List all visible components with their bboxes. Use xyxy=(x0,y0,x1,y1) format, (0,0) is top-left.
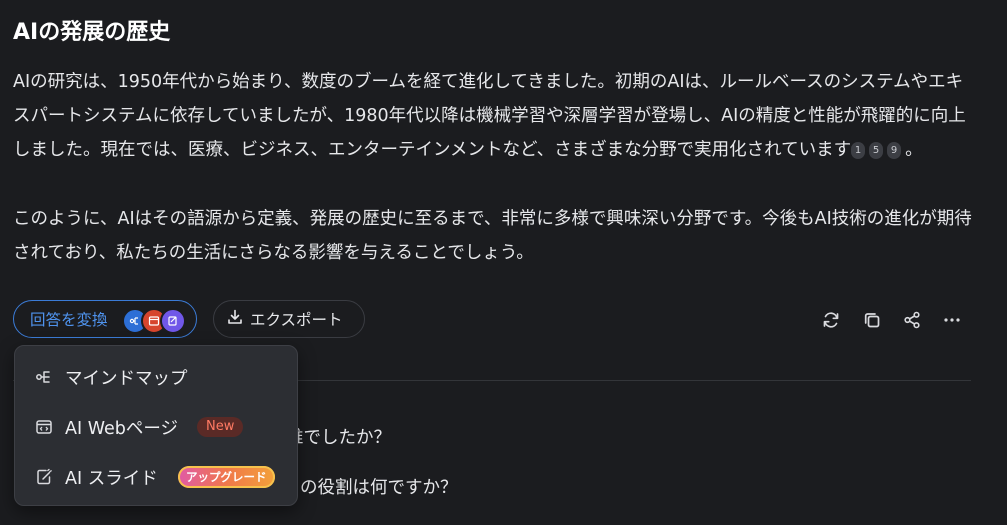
share-icon[interactable] xyxy=(901,309,923,331)
menu-item-ai-slides[interactable]: AI スライド アップグレード xyxy=(15,455,297,499)
export-button[interactable]: エクスポート xyxy=(213,300,365,338)
convert-answer-label: 回答を変換 xyxy=(30,311,108,329)
paragraph-history-text: AIの研究は、1950年代から始まり、数度のブームを経て進化してきました。初期の… xyxy=(13,72,966,160)
more-icon[interactable] xyxy=(941,309,963,331)
citation-badge[interactable]: 5 xyxy=(869,141,884,159)
menu-item-label: AI スライド xyxy=(65,468,158,489)
related-question[interactable]: の役割は何ですか？ xyxy=(300,474,458,499)
copy-icon[interactable] xyxy=(861,309,883,331)
convert-format-icons xyxy=(122,308,186,334)
related-question[interactable]: 誰でしたか？ xyxy=(286,424,391,449)
slides-icon xyxy=(160,308,186,334)
menu-item-ai-webpage[interactable]: AI Webページ New xyxy=(15,405,297,449)
new-badge: New xyxy=(197,417,244,437)
paragraph-summary: このように、AIはその語源から定義、発展の歴史に至るまで、非常に多様で興味深い分… xyxy=(13,209,972,263)
refresh-icon[interactable] xyxy=(820,309,842,331)
webpage-icon xyxy=(35,418,53,436)
page-title: AIの発展の歴史 xyxy=(13,20,171,45)
upgrade-badge[interactable]: アップグレード xyxy=(178,466,275,488)
paragraph-history-end: 。 xyxy=(905,140,923,160)
citation-badge[interactable]: 9 xyxy=(887,141,902,159)
menu-item-mindmap[interactable]: マインドマップ xyxy=(15,355,297,399)
export-label: エクスポート xyxy=(250,311,343,329)
mindmap-icon xyxy=(35,368,53,386)
citation-badge[interactable]: 1 xyxy=(851,141,866,159)
convert-dropdown-menu: マインドマップ AI Webページ New AI スライド アップグレード xyxy=(14,345,298,506)
convert-answer-button[interactable]: 回答を変換 xyxy=(13,300,197,338)
paragraph-history: AIの研究は、1950年代から始まり、数度のブームを経て進化してきました。初期の… xyxy=(13,65,973,167)
slides-icon xyxy=(35,468,53,486)
menu-item-label: AI Webページ xyxy=(65,418,178,439)
menu-item-label: マインドマップ xyxy=(65,368,188,389)
download-icon xyxy=(226,308,244,330)
